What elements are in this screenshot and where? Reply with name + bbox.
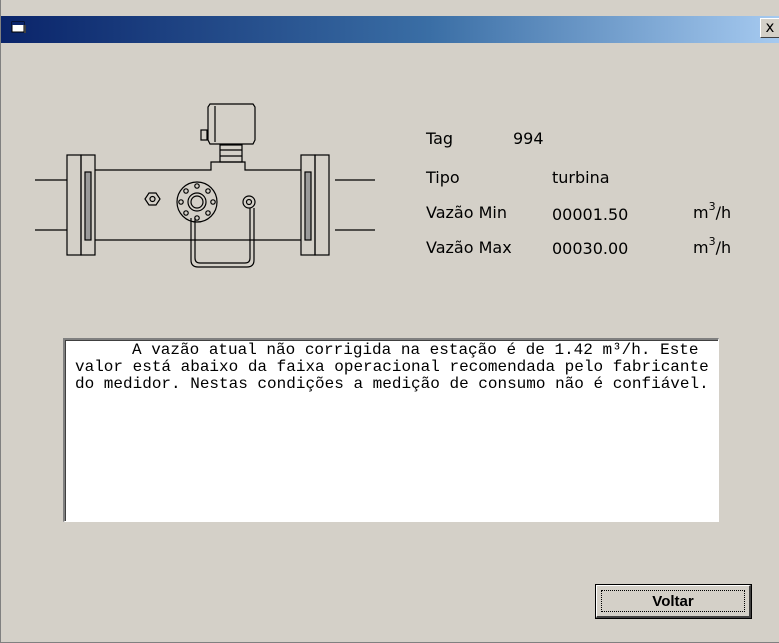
type-value: turbina [552,168,610,187]
dialog-window: x Tag 994 Tipo turbina Vazão Min 00001.5… [0,0,779,643]
tag-label: Tag [426,129,454,148]
min-flow-unit: m3/h [693,200,732,222]
message-textbox[interactable]: A vazão atual não corrigida na estação é… [63,338,719,522]
min-flow-label: Vazão Min [426,203,507,222]
window-icon [11,21,26,33]
tag-value: 994 [513,129,544,148]
type-label: Tipo [426,168,460,187]
back-button[interactable]: Voltar [596,585,751,618]
max-flow-label: Vazão Max [426,238,512,257]
max-flow-unit: m3/h [693,235,732,257]
min-flow-value: 00001.50 [552,205,629,224]
back-button-label: Voltar [652,592,694,610]
turbine-meter-drawing [35,103,375,268]
close-button[interactable]: x [760,18,779,38]
title-bar[interactable]: x [1,16,779,43]
message-text: A vazão atual não corrigida na estação é… [75,341,709,393]
max-flow-value: 00030.00 [552,239,629,258]
